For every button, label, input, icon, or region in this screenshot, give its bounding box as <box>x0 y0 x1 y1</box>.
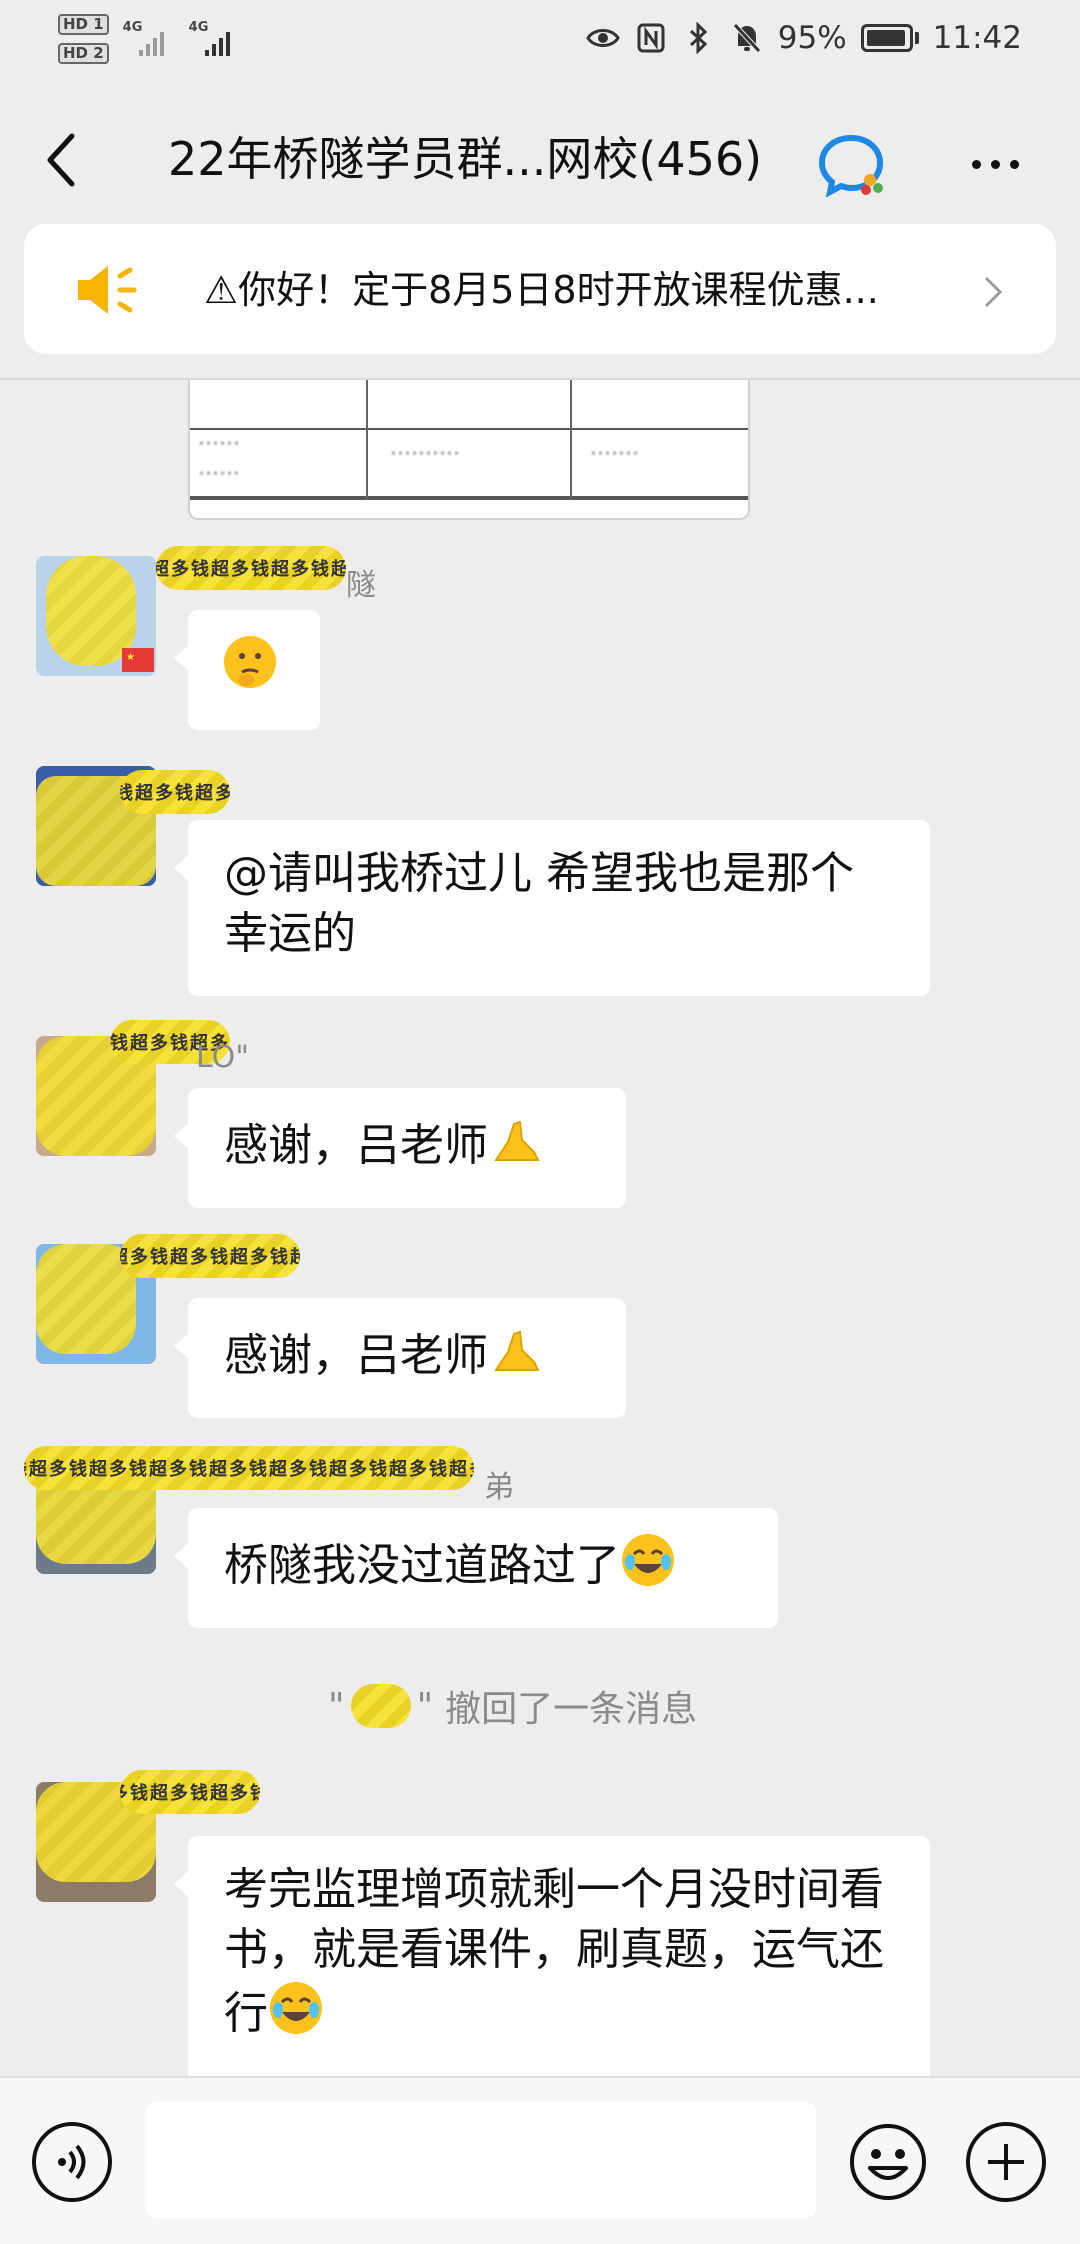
svg-text:★: ★ <box>126 652 135 663</box>
recaller-name-redacted <box>350 1684 411 1728</box>
message-text: @请叫我桥过儿 希望我也是那个幸运的 <box>224 848 854 959</box>
sender-name-tail: LO" <box>196 1040 250 1075</box>
eye-icon <box>585 21 620 55</box>
image-message[interactable]: ······ ······ ·········· ······· <box>188 380 750 520</box>
recall-quote-open: " <box>328 1685 345 1727</box>
bluetooth-icon <box>682 21 716 55</box>
recall-quote-close: " <box>416 1685 434 1727</box>
sim1-badge: HD 1 <box>58 14 109 35</box>
notice-text: ⚠你好！定于8月5日8时开放课程优惠... <box>204 268 879 312</box>
sender-name-tail: 隧 <box>346 568 376 603</box>
thinking-face-emoji <box>224 636 276 688</box>
message-bubble[interactable]: 感谢，吕老师 <box>174 1298 626 1418</box>
group-notice[interactable]: ⚠你好！定于8月5日8时开放课程优惠... <box>24 224 1056 354</box>
message-bubble[interactable] <box>174 610 320 730</box>
chevron-right-icon <box>984 276 1003 308</box>
sender-name-redacted: 钱超多钱超多钱超多钱超多 <box>120 1770 260 1814</box>
chevron-left-icon <box>47 133 75 187</box>
sender-name-redacted: 钱超多钱超多 <box>120 770 230 814</box>
sim2-badge: HD 2 <box>58 43 109 64</box>
status-bar: HD 1 HD 2 4G 4G 95% 11:42 <box>0 0 1080 84</box>
avatar[interactable]: ★ <box>36 556 156 676</box>
crying-laughing-emoji <box>270 1982 322 2034</box>
message-bubble[interactable]: 考完监理增项就剩一个月没时间看书，就是看课件，刷真题，运气还行 <box>174 1836 930 2076</box>
message-text: 感谢，吕老师 <box>224 1330 488 1381</box>
message-text: 桥隧我没过道路过了 <box>224 1540 620 1591</box>
sender-name-tail: 弟 <box>484 1470 514 1505</box>
battery-icon <box>860 24 919 52</box>
input-bar <box>0 2076 1080 2244</box>
message-input[interactable] <box>146 2102 816 2218</box>
message-bubble[interactable]: @请叫我桥过儿 希望我也是那个幸运的 <box>174 820 930 996</box>
signal-group: HD 1 HD 2 4G 4G <box>58 14 241 64</box>
chat-header: 22年桥隧学员群...网校(456) <box>0 84 1080 224</box>
clock: 11:42 <box>932 20 1022 56</box>
message-text: 感谢，吕老师 <box>224 1120 488 1171</box>
mute-bell-icon <box>730 21 764 55</box>
message-bubble[interactable]: 感谢，吕老师 <box>174 1088 626 1208</box>
emoji-picker-button[interactable] <box>848 2122 928 2202</box>
signal-icon-1: 4G <box>123 14 175 56</box>
sender-name-redacted: 钱超多钱超多钱超多钱超多钱超多钱超多钱超多钱超多 <box>24 1446 474 1490</box>
crying-laughing-emoji <box>622 1534 674 1586</box>
sender-name-redacted: 钱超多钱超多钱超多钱超多 <box>156 546 346 590</box>
plus-button[interactable] <box>966 2122 1046 2202</box>
voice-button[interactable] <box>32 2122 112 2202</box>
message-bubble[interactable]: 桥隧我没过道路过了 <box>174 1508 778 1628</box>
sender-name-redacted: 钱超多钱超多钱超多钱超多 <box>120 1234 300 1278</box>
pinched-fingers-emoji <box>494 1330 540 1371</box>
signal-icon-2: 4G <box>189 14 241 56</box>
recall-text: 撤回了一条消息 <box>445 1689 698 1730</box>
enterprise-group-icon <box>818 134 884 198</box>
nfc-icon <box>634 21 668 55</box>
voice-icon <box>58 2144 86 2180</box>
battery-percent: 95% <box>777 20 847 56</box>
more-button[interactable] <box>960 134 1030 194</box>
recall-notice: " " 撤回了一条消息 <box>328 1680 697 1732</box>
pinched-fingers-emoji <box>494 1120 540 1161</box>
megaphone-icon <box>78 266 137 314</box>
back-button[interactable] <box>34 120 88 200</box>
chat-title: 22年桥隧学员群...网校(456) <box>168 132 763 186</box>
